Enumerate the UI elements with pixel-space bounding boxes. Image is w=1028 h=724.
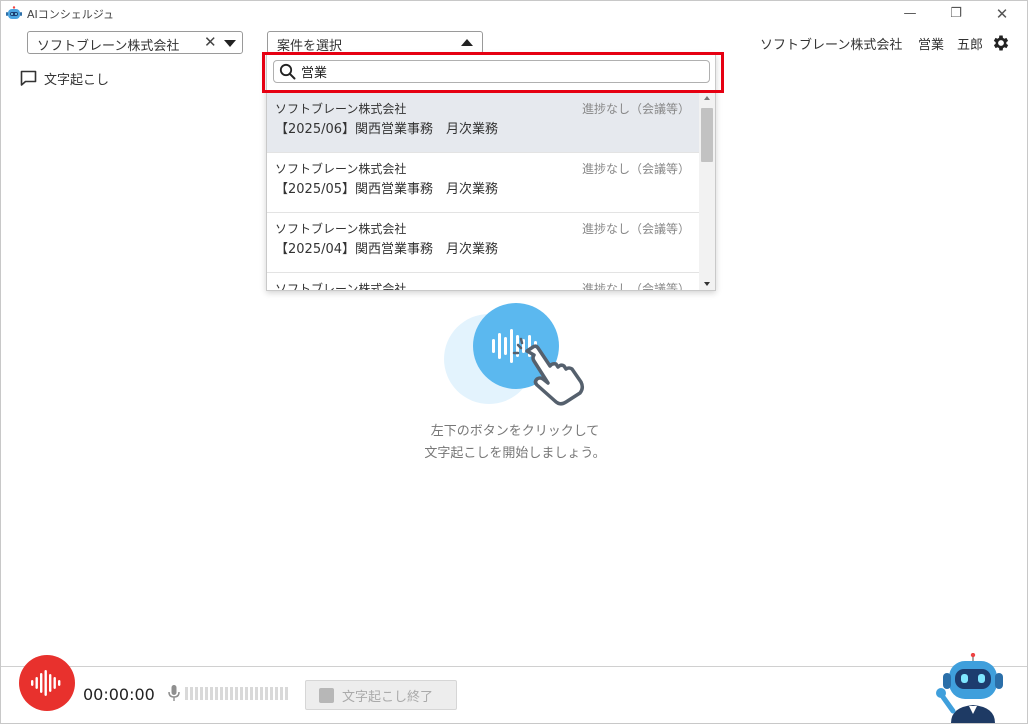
list-item-company: ソフトブレーン株式会社 [275, 162, 407, 176]
restore-icon: ❐ [950, 6, 962, 21]
close-window-button[interactable]: ✕ [979, 1, 1025, 26]
list-item-company: ソフトブレーン株式会社 [275, 222, 407, 236]
title-bar: AIコンシェルジュ — ❐ ✕ [1, 1, 1027, 26]
list-item-company: ソフトブレーン株式会社 [275, 102, 407, 116]
company-select[interactable]: ソフトブレーン株式会社 ✕ [27, 31, 243, 54]
list-item[interactable]: ソフトブレーン株式会社 進捗なし（会議等） 【2025/06】関西営業事務 月次… [267, 93, 699, 153]
list-item[interactable]: ソフトブレーン株式会社 進捗なし（会議等） 【2025/04】関西営業事務 月次… [267, 213, 699, 273]
list-item[interactable]: ソフトブレーン株式会社 進捗なし（会議等） 【2025/05】関西営業事務 月次… [267, 153, 699, 213]
user-name: 五郎 [957, 38, 984, 53]
case-select[interactable]: 案件を選択 [267, 31, 483, 54]
user-company: ソフトブレーン株式会社 [760, 38, 903, 53]
record-button[interactable] [19, 655, 75, 711]
stop-icon [319, 687, 334, 703]
list-item[interactable]: ソフトブレーン株式会社 進捗なし（会議等） [267, 273, 699, 291]
robot-assistant-icon[interactable] [933, 653, 1013, 723]
recording-timer: 00:00:00 [83, 685, 155, 704]
list-item-status: 進捗なし（会議等） [582, 102, 691, 116]
tap-to-record-illustration [444, 303, 585, 406]
scroll-down-icon[interactable] [704, 282, 710, 286]
gear-icon[interactable] [991, 33, 1011, 53]
chat-bubble-icon [20, 70, 37, 86]
chevron-down-icon[interactable] [224, 40, 236, 47]
close-icon: ✕ [995, 4, 1009, 23]
robot-app-icon [6, 6, 22, 19]
list-item-status: 進捗なし（会議等） [582, 162, 691, 176]
list-item-name: 【2025/06】関西営業事務 月次業務 [275, 122, 499, 137]
hint-line-2: 文字起こしを開始しましょう。 [424, 446, 606, 461]
chevron-up-icon[interactable] [461, 39, 473, 46]
window-title: AIコンシェルジュ [27, 8, 114, 21]
maximize-button[interactable]: ❐ [933, 1, 979, 26]
microphone-icon [168, 685, 180, 701]
stop-transcription-button[interactable]: 文字起こし終了 [305, 680, 457, 710]
search-highlight-frame [262, 52, 724, 93]
audio-level-meter [185, 687, 288, 700]
list-item-status: 進捗なし（会議等） [582, 222, 691, 236]
minimize-button[interactable]: — [887, 1, 933, 26]
tab-transcribe-label: 文字起こし [44, 72, 110, 88]
stop-transcription-label: 文字起こし終了 [342, 689, 434, 705]
minimize-icon: — [903, 6, 917, 21]
dropdown-scrollbar[interactable] [699, 93, 715, 290]
list-item-name: 【2025/04】関西営業事務 月次業務 [275, 242, 499, 257]
list-item-company: ソフトブレーン株式会社 [275, 282, 407, 291]
scroll-thumb[interactable] [701, 108, 713, 162]
case-list: ソフトブレーン株式会社 進捗なし（会議等） 【2025/06】関西営業事務 月次… [267, 93, 699, 291]
hint-line-1: 左下のボタンをクリックして [430, 424, 600, 439]
tab-transcribe[interactable]: 文字起こし [20, 68, 109, 88]
clear-icon[interactable]: ✕ [204, 33, 217, 51]
sound-wave-icon [31, 670, 61, 696]
list-item-name: 【2025/05】関西営業事務 月次業務 [275, 182, 499, 197]
scroll-up-icon[interactable] [704, 96, 710, 100]
company-select-value: ソフトブレーン株式会社 [37, 39, 180, 54]
list-item-status: 進捗なし（会議等） [582, 282, 691, 291]
user-department: 営業 [918, 38, 945, 53]
bottom-divider [1, 666, 1027, 667]
